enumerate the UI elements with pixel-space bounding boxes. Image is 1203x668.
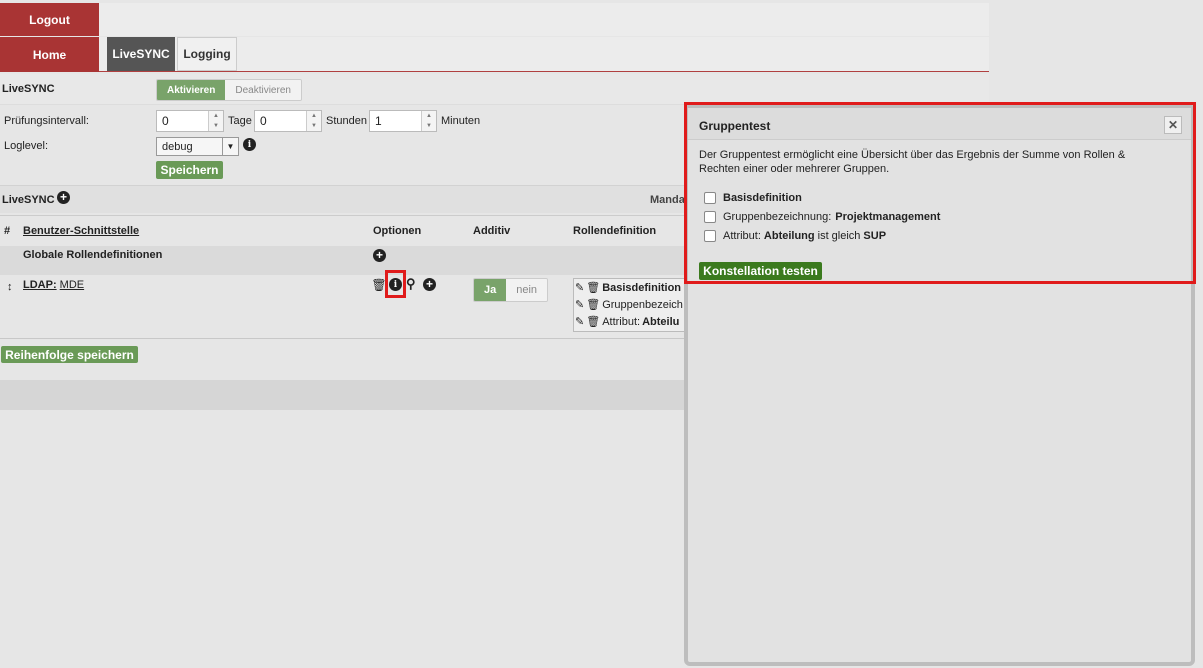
edit-icon[interactable]: ✎ — [575, 298, 584, 311]
loglevel-label: Loglevel: — [4, 140, 49, 152]
activate-button[interactable]: Aktivieren — [157, 80, 226, 100]
activation-toggle: Aktivieren Deaktivieren — [156, 79, 302, 101]
deactivate-button[interactable]: Deaktivieren — [225, 80, 301, 100]
search-icon[interactable]: ⚲ — [406, 276, 416, 292]
trash-icon[interactable]: 🗑 — [586, 315, 600, 328]
minutes-unit: Minuten — [441, 115, 481, 127]
hours-stepper[interactable]: 0 ▲ ▼ — [254, 110, 322, 132]
interval-label: Prüfungsintervall: — [4, 115, 89, 127]
col-interface[interactable]: Benutzer-Schnittstelle — [23, 225, 139, 237]
trash-icon[interactable]: 🗑 — [586, 298, 600, 311]
loglevel-select[interactable]: debug ▼ — [156, 137, 239, 156]
col-options: Optionen — [373, 225, 422, 237]
role-attr: Attribut: — [602, 315, 641, 328]
loglevel-value: debug — [162, 140, 193, 153]
days-stepper[interactable]: 0 ▲ ▼ — [156, 110, 224, 132]
livesync-label: LiveSYNC — [2, 83, 55, 95]
days-unit: Tage — [228, 115, 252, 127]
top-bar — [0, 3, 989, 36]
stepper-arrows-icon[interactable]: ▲ ▼ — [208, 111, 223, 131]
drag-handle-icon[interactable]: ↕ — [7, 281, 13, 293]
hours-unit: Stunden — [326, 115, 367, 127]
tab-livesync[interactable]: LiveSYNC — [107, 37, 175, 71]
col-hash: # — [4, 225, 11, 237]
chevron-down-icon: ▼ — [222, 138, 238, 155]
livesync-status-bar: LiveSYNC Aktivieren Deaktivieren — [0, 74, 989, 105]
trash-icon[interactable]: 🗑 — [586, 281, 600, 294]
col-additive: Additiv — [473, 225, 511, 237]
edit-icon[interactable]: ✎ — [575, 315, 584, 328]
ldap-prefix[interactable]: LDAP: — [23, 279, 57, 291]
minutes-stepper[interactable]: 1 ▲ ▼ — [369, 110, 437, 132]
additive-toggle: Ja nein — [473, 278, 549, 302]
home-button[interactable]: Home — [0, 37, 99, 72]
global-roles-label: Globale Rollendefinitionen — [23, 249, 163, 261]
list-item: ✎ 🗑 Attribut: Abteilu — [574, 313, 687, 330]
save-settings-button[interactable]: Speichern — [156, 161, 223, 179]
save-order-button[interactable]: Reihenfolge speichern — [1, 346, 138, 363]
edit-icon[interactable]: ✎ — [575, 281, 584, 294]
role-group: Gruppenbezeich — [602, 298, 683, 311]
days-value: 0 — [162, 114, 169, 128]
tab-logging[interactable]: Logging — [177, 37, 237, 71]
tab-row: Home LiveSYNC Logging — [0, 37, 989, 72]
trash-icon[interactable]: 🗑 — [371, 278, 386, 292]
logout-button[interactable]: Logout — [0, 3, 99, 36]
additive-yes-button[interactable]: Ja — [474, 279, 507, 301]
dialog-highlight — [684, 102, 1196, 284]
minutes-value: 1 — [375, 114, 382, 128]
col-roles: Rollendefinition — [573, 225, 657, 237]
add-icon[interactable]: + — [373, 249, 386, 262]
list-item: ✎ 🗑 Basisdefinition — [574, 279, 687, 296]
role-attr-tail: Abteilu — [642, 315, 680, 328]
list-item: ✎ 🗑 Gruppenbezeich — [574, 296, 687, 313]
roles-list: ✎ 🗑 Basisdefinition ✎ 🗑 Gruppenbezeich ✎ 🗑 … — [573, 278, 687, 332]
add-icon[interactable]: + — [423, 278, 436, 291]
stepper-arrows-icon[interactable]: ▲ ▼ — [306, 111, 321, 131]
hours-value: 0 — [260, 114, 267, 128]
role-basis: Basisdefinition — [602, 281, 682, 294]
add-icon[interactable]: + — [57, 191, 70, 204]
info-icon[interactable]: i — [243, 138, 256, 151]
info-icon[interactable]: i — [389, 278, 402, 291]
stepper-arrows-icon[interactable]: ▲ ▼ — [421, 111, 436, 131]
ldap-name[interactable]: MDE — [60, 279, 84, 291]
additive-no-button[interactable]: nein — [506, 279, 548, 301]
section-title: LiveSYNC — [2, 194, 55, 206]
section-right-label: Manda — [650, 194, 685, 206]
